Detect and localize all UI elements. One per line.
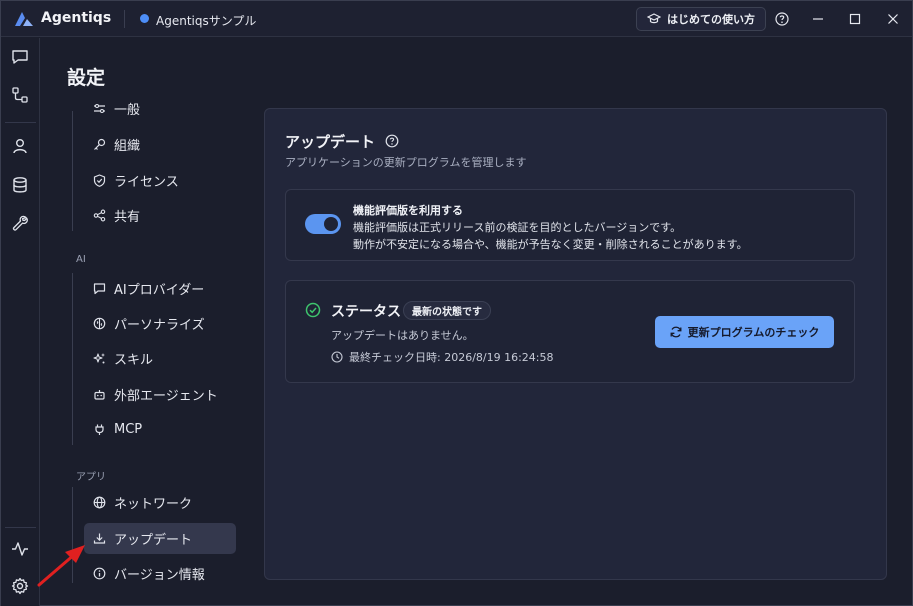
nav-item-label: 一般 — [114, 102, 141, 118]
key-icon — [93, 138, 106, 151]
nav-tree-line — [72, 273, 73, 445]
sparkles-icon — [93, 352, 106, 365]
rail-activity-button[interactable] — [10, 539, 30, 559]
maximize-button[interactable] — [846, 10, 864, 28]
preview-description: 機能評価版は正式リリース前の検証を目的としたバージョンです。 — [353, 221, 682, 234]
getting-started-label: はじめての使い方 — [667, 13, 755, 26]
status-badge: 最新の状態です — [403, 301, 491, 320]
info-icon — [93, 567, 106, 580]
nav-item-skills[interactable]: スキル — [84, 343, 236, 374]
getting-started-button[interactable]: はじめての使い方 — [636, 7, 766, 31]
nav-tree-line — [72, 487, 73, 583]
gear-icon — [11, 577, 29, 595]
nav-item-label: スキル — [114, 353, 154, 368]
nav-item-label: MCP — [114, 422, 143, 437]
preview-toggle[interactable] — [305, 214, 341, 234]
toggle-knob — [324, 217, 338, 231]
preview-warning: 動作が不安定になる場合や、機能が予告なく変更・削除されることがあります。 — [353, 238, 748, 251]
rail-user-button[interactable] — [10, 136, 30, 156]
nav-item-label: 組織 — [114, 139, 141, 154]
clock-icon — [331, 351, 343, 363]
nav-item-label: バージョン情報 — [114, 568, 205, 583]
workflow-icon — [12, 87, 28, 103]
last-check-row: 最終チェック日時: 2026/8/19 16:24:58 — [331, 349, 554, 365]
user-icon — [13, 139, 27, 154]
help-button[interactable] — [773, 10, 791, 28]
workspace-status-dot — [140, 14, 149, 23]
preview-card: 機能評価版を利用する 機能評価版は正式リリース前の検証を目的としたバージョンです… — [285, 189, 855, 261]
nav-section-ai: AI — [76, 254, 86, 265]
check-updates-button[interactable]: 更新プログラムのチェック — [655, 316, 834, 348]
rail-database-button[interactable] — [10, 175, 30, 195]
panel-subtitle: アプリケーションの更新プログラムを管理します — [285, 156, 527, 169]
globe-icon — [93, 496, 106, 509]
wrench-icon — [12, 215, 28, 231]
sliders-icon — [93, 102, 106, 115]
nav-section-app: アプリ — [76, 472, 106, 483]
nav-item-label: 共有 — [114, 210, 141, 225]
nav-item-license[interactable]: ライセンス — [84, 165, 236, 196]
nav-item-sharing[interactable]: 共有 — [84, 200, 236, 231]
plug-icon — [93, 423, 106, 436]
nav-tree-line — [72, 111, 73, 231]
nav-item-personalize[interactable]: パーソナライズ — [84, 308, 236, 339]
status-card: ステータス 最新の状態です アップデートはありません。 最終チェック日時: 20… — [285, 280, 855, 383]
update-panel: アップデート アプリケーションの更新プログラムを管理します 機能評価版を利用する… — [264, 108, 887, 580]
nav-item-network[interactable]: ネットワーク — [84, 487, 236, 518]
close-icon — [888, 14, 898, 24]
nav-item-label: ネットワーク — [114, 497, 193, 512]
nav-item-external-agents[interactable]: 外部エージェント — [84, 379, 236, 410]
title-divider — [124, 10, 125, 28]
rail-chat-button[interactable] — [10, 47, 30, 67]
rail-tools-button[interactable] — [10, 213, 30, 233]
rail-divider-bottom — [5, 527, 36, 528]
nav-item-label: 外部エージェント — [114, 389, 218, 404]
close-button[interactable] — [884, 10, 902, 28]
download-icon — [93, 532, 106, 545]
check-updates-label: 更新プログラムのチェック — [687, 326, 820, 339]
icon-rail — [1, 38, 40, 606]
status-title: ステータス — [331, 304, 401, 320]
graduation-cap-icon — [647, 13, 661, 24]
preview-title: 機能評価版を利用する — [353, 204, 463, 217]
agentiqs-logo-icon — [15, 12, 33, 26]
database-icon — [13, 177, 27, 193]
title-bar: Agentiqs Agentiqsサンプル はじめての使い方 — [1, 1, 912, 37]
nav-item-label: パーソナライズ — [114, 318, 205, 333]
page-title: 設定 — [67, 67, 106, 89]
chat-bubble-icon — [12, 50, 28, 64]
workspace-name[interactable]: Agentiqsサンプル — [156, 12, 256, 29]
nav-item-label: AIプロバイダー — [114, 283, 205, 298]
check-circle-icon — [305, 302, 321, 318]
minimize-icon — [813, 18, 823, 20]
nav-item-mcp[interactable]: MCP — [84, 414, 236, 445]
status-message: アップデートはありません。 — [331, 329, 474, 342]
nav-item-update[interactable]: アップデート — [84, 523, 236, 554]
nav-item-version-info[interactable]: バージョン情報 — [84, 558, 236, 589]
rail-workflow-button[interactable] — [10, 85, 30, 105]
nav-item-ai-provider[interactable]: AIプロバイダー — [84, 273, 236, 304]
panel-title: アップデート — [285, 133, 376, 151]
help-circle-icon[interactable] — [385, 134, 399, 148]
message-square-icon — [93, 282, 106, 295]
nav-item-general[interactable]: 一般 — [84, 97, 236, 119]
share-icon — [93, 209, 106, 222]
shield-check-icon — [93, 174, 106, 187]
brain-icon — [93, 317, 106, 330]
activity-icon — [12, 542, 28, 556]
maximize-icon — [849, 13, 861, 25]
refresh-icon — [670, 326, 682, 338]
rail-settings-button[interactable] — [10, 576, 30, 596]
app-window: Agentiqs Agentiqsサンプル はじめての使い方 設定 一般 組織 … — [0, 0, 913, 606]
bot-icon — [93, 388, 106, 401]
minimize-button[interactable] — [809, 10, 827, 28]
nav-item-organization[interactable]: 組織 — [84, 129, 236, 160]
rail-divider — [5, 122, 36, 123]
nav-item-label: ライセンス — [114, 175, 179, 190]
help-circle-icon — [775, 12, 789, 26]
app-name: Agentiqs — [41, 10, 112, 26]
nav-item-label: アップデート — [114, 533, 193, 548]
last-check-text: 最終チェック日時: 2026/8/19 16:24:58 — [349, 351, 554, 364]
